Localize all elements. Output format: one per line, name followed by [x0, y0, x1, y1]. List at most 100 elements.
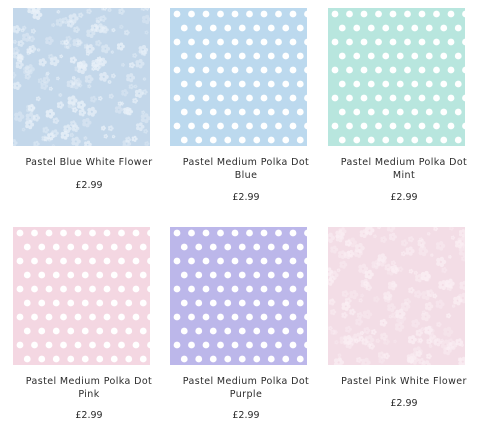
polka-dot [209, 355, 217, 363]
polka-dot [31, 313, 38, 321]
polka-dot [132, 257, 140, 265]
polka-dot [180, 243, 188, 251]
polka-dot [224, 24, 232, 32]
product-name[interactable]: Pastel Medium Polka Dot Mint [328, 156, 480, 182]
polka-dot [338, 108, 346, 116]
product-image[interactable] [170, 227, 307, 365]
polka-dot [331, 122, 339, 130]
polka-dot [45, 285, 53, 293]
product-card[interactable]: Pastel Medium Polka Dot Blue £2.99 [170, 8, 322, 208]
polka-dot [433, 94, 440, 102]
product-card[interactable]: Pastel Medium Polka Dot Mint £2.99 [328, 8, 480, 208]
polka-dot [217, 94, 224, 102]
polka-dot [52, 299, 60, 307]
polka-dot [118, 285, 125, 293]
product-image[interactable] [13, 227, 150, 365]
product-card[interactable]: Pastel Medium Polka Dot Pink £2.99 [13, 227, 165, 427]
product-name-line2: Blue [234, 170, 258, 181]
polka-dot [260, 285, 268, 293]
polka-dot [231, 38, 239, 46]
polka-dot [433, 10, 440, 18]
polka-dot [224, 136, 232, 144]
polka-dot [454, 136, 462, 144]
polka-dot [202, 66, 210, 74]
polka-dot [217, 229, 224, 237]
polka-dot [238, 24, 246, 32]
polka-dot [60, 313, 67, 321]
polka-dot [96, 327, 104, 335]
polka-dot [375, 94, 382, 102]
polka-dot [375, 38, 382, 46]
polka-dot [440, 24, 448, 32]
polka-dot [132, 285, 140, 293]
polka-dot [367, 136, 375, 144]
polka-dot [360, 10, 368, 18]
product-name[interactable]: Pastel Medium Polka Dot Blue [170, 156, 322, 182]
polka-dot [60, 285, 67, 293]
polka-dot [188, 10, 195, 18]
polka-dot [246, 285, 253, 293]
polka-dot [375, 10, 382, 18]
product-name-line1: Pastel Medium Polka Dot [182, 157, 310, 168]
product-name[interactable]: Pastel Pink White Flower [328, 375, 480, 388]
polka-dot [454, 52, 462, 60]
polka-dot [195, 24, 203, 32]
polka-dot [110, 355, 118, 363]
polka-dot [253, 24, 261, 32]
product-image[interactable] [328, 8, 465, 146]
polka-dot [139, 299, 147, 307]
swatch-pattern [328, 227, 465, 365]
polka-dot [267, 108, 275, 116]
product-name[interactable]: Pastel Blue White Flower [13, 156, 165, 169]
polka-dot [195, 136, 203, 144]
polka-dot [289, 257, 297, 265]
polka-dot [217, 122, 224, 130]
polka-dot [454, 80, 462, 88]
polka-dot [260, 66, 268, 74]
polka-dot [173, 66, 181, 74]
polka-dot [231, 313, 239, 321]
polka-dot [454, 24, 462, 32]
polka-dot [202, 38, 210, 46]
polka-dot [396, 24, 404, 32]
product-name-line1: Pastel Medium Polka Dot [25, 376, 153, 387]
polka-dot [353, 52, 361, 60]
polka-dot [180, 80, 188, 88]
polka-dot [389, 122, 397, 130]
polka-dot [246, 341, 253, 349]
polka-dot [253, 52, 261, 60]
product-name[interactable]: Pastel Medium Polka Dot Purple [170, 375, 322, 401]
polka-dot [260, 341, 268, 349]
product-name[interactable]: Pastel Medium Polka Dot Pink [13, 375, 165, 401]
product-image[interactable] [13, 8, 150, 146]
product-name-line1: Pastel Medium Polka Dot [340, 157, 468, 168]
polka-dot [125, 299, 133, 307]
polka-dot [188, 229, 195, 237]
polka-dot [253, 108, 261, 116]
polka-dot [118, 313, 125, 321]
product-card[interactable]: Pastel Blue White Flower £2.99 [13, 8, 165, 198]
polka-dot [353, 24, 361, 32]
product-image[interactable] [328, 227, 465, 365]
product-card[interactable]: Pastel Pink White Flower £2.99 [328, 227, 480, 417]
polka-dot [125, 243, 133, 251]
polka-dot [173, 122, 181, 130]
polka-dot [289, 313, 297, 321]
polka-dot [282, 327, 290, 335]
polka-dot [195, 80, 203, 88]
polka-dot [275, 66, 282, 74]
polka-dot [382, 80, 390, 88]
polka-dot [418, 66, 426, 74]
polka-dot [425, 80, 433, 88]
product-price: £2.99 [75, 410, 103, 421]
polka-dot [382, 24, 390, 32]
polka-dot [260, 38, 268, 46]
polka-dot [173, 257, 181, 265]
polka-dot [246, 10, 253, 18]
polka-dot [296, 327, 304, 335]
polka-dot [217, 341, 224, 349]
product-card[interactable]: Pastel Medium Polka Dot Purple £2.99 [170, 227, 322, 427]
polka-dot [375, 122, 382, 130]
product-image[interactable] [170, 8, 307, 146]
polka-dot [338, 52, 346, 60]
